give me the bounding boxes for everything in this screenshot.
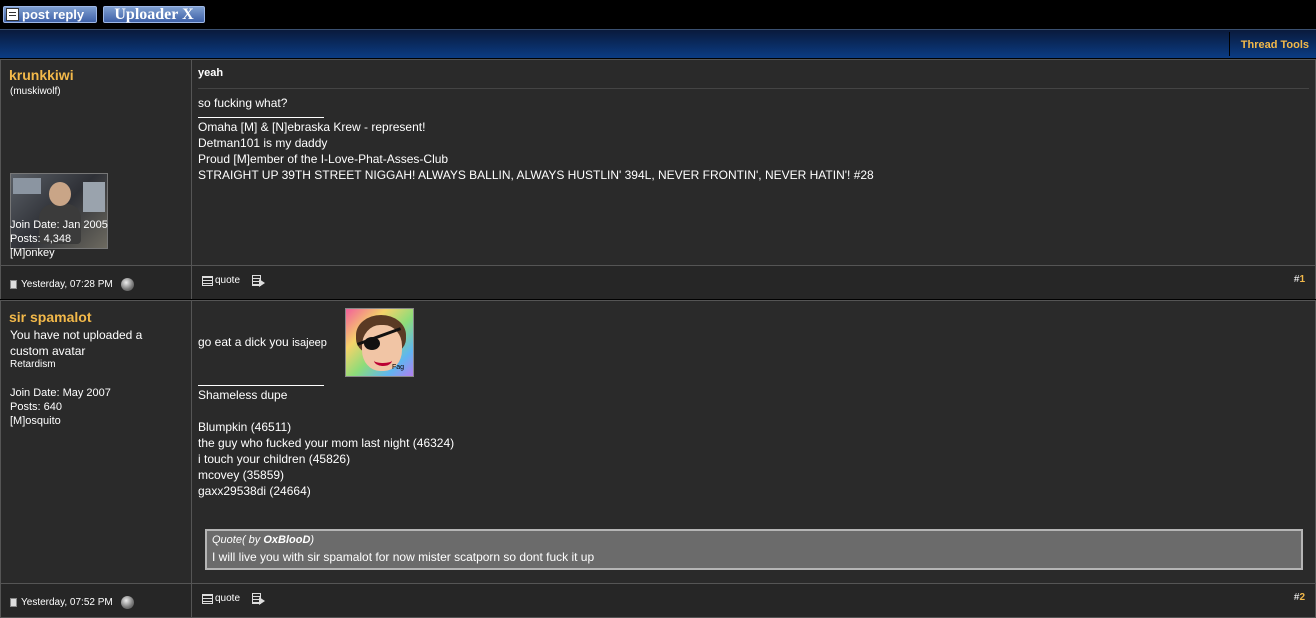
post-2-signature-line: Shameless dupe bbox=[198, 388, 288, 402]
post-1-user-group: [M]onkey bbox=[10, 247, 55, 259]
post-1-datetime-text: Yesterday, 07:28 PM bbox=[21, 279, 113, 290]
post-1-number-link[interactable]: #1 bbox=[1294, 274, 1305, 285]
post-2-user-title: Retardism bbox=[10, 359, 56, 370]
post-1-body: so fucking what? Omaha [M] & [N]ebraska … bbox=[198, 95, 874, 183]
post-1-join-date: Join Date: Jan 2005 bbox=[10, 219, 108, 231]
post-2-footer-right: quote #2 bbox=[192, 584, 1315, 617]
post-2-quote-label: quote bbox=[215, 593, 241, 604]
post-2-message-text: go eat a dick you bbox=[198, 335, 293, 349]
post-1-userinfo: krunkkiwi (muskiwolf) Join Date: Jan 200… bbox=[1, 60, 192, 266]
post-1-signature-divider bbox=[198, 117, 324, 118]
post-2-signature-line: mcovey (35859) bbox=[198, 468, 285, 482]
post-1-post-count: Posts: 4,348 bbox=[10, 233, 72, 245]
top-toolbar: post reply Uploader X bbox=[0, 0, 1316, 28]
quote-header-suffix: ) bbox=[310, 534, 315, 546]
multi-quote-icon[interactable] bbox=[252, 274, 265, 288]
post-2-message-image-name: isajeep bbox=[292, 337, 327, 349]
quote-icon bbox=[202, 593, 213, 604]
uploader-button[interactable]: Uploader X bbox=[103, 6, 205, 23]
post-1-quote-button[interactable]: quote bbox=[202, 275, 240, 286]
quote-text: I will live you with sir spamalot for no… bbox=[212, 550, 595, 564]
post-icon bbox=[10, 598, 17, 607]
quote-header: Quote( by OxBlooD) bbox=[212, 534, 314, 546]
post-1-message: so fucking what? bbox=[198, 96, 288, 110]
post-1-signature-line: Omaha [M] & [N]ebraska Krew - represent! bbox=[198, 120, 426, 134]
post-2-userinfo: sir spamalot You have not uploaded a cus… bbox=[1, 301, 192, 584]
post-2: sir spamalot You have not uploaded a cus… bbox=[0, 300, 1316, 618]
post-1-user-subtitle: (muskiwolf) bbox=[10, 86, 61, 97]
quote-header-prefix: Quote( by bbox=[212, 534, 264, 546]
thread-tools-menu[interactable]: Thread Tools bbox=[1241, 39, 1309, 51]
post-2-signature-line: Blumpkin (46511) bbox=[198, 420, 292, 434]
post-reply-icon bbox=[6, 8, 19, 21]
post-2-footer-left: Yesterday, 07:52 PM bbox=[1, 584, 192, 617]
post-1-quote-label: quote bbox=[215, 275, 241, 286]
post-2-signature-divider bbox=[198, 385, 324, 386]
post-2-inline-image[interactable]: Fag bbox=[345, 308, 414, 377]
post-2-signature-line: the guy who fucked your mom last night (… bbox=[198, 436, 455, 450]
post-reply-button[interactable]: post reply bbox=[3, 6, 97, 23]
post-2-signature-line: gaxx29538di (24664) bbox=[198, 484, 311, 498]
post-1-username[interactable]: krunkkiwi bbox=[9, 67, 74, 83]
post-1-signature-line: Detman101 is my daddy bbox=[198, 136, 328, 150]
post-1-title-divider bbox=[198, 88, 1309, 89]
quote-icon bbox=[202, 275, 213, 286]
post-1-footer-right: quote #1 bbox=[192, 266, 1315, 299]
post-1-title: yeah bbox=[198, 67, 224, 79]
online-status-icon bbox=[120, 596, 134, 609]
post-1-signature-line: STRAIGHT UP 39TH STREET NIGGAH! ALWAYS B… bbox=[198, 168, 874, 182]
post-1-datetime: Yesterday, 07:28 PM bbox=[10, 278, 134, 291]
post-1-signature-line: Proud [M]ember of the I-Love-Phat-Asses-… bbox=[198, 152, 449, 166]
post-2-avatar-placeholder: You have not uploaded a custom avatar bbox=[10, 328, 143, 358]
post-icon bbox=[10, 280, 17, 289]
quote-author: OxBlooD bbox=[263, 534, 311, 546]
post-1-number: 1 bbox=[1299, 274, 1305, 285]
post-2-signature-line: i touch your children (45826) bbox=[198, 452, 351, 466]
post-reply-label: post reply bbox=[22, 7, 85, 22]
post-2-number: 2 bbox=[1299, 592, 1305, 603]
post-2-quote-button[interactable]: quote bbox=[202, 593, 240, 604]
header-divider bbox=[1229, 32, 1230, 56]
post-2-datetime: Yesterday, 07:52 PM bbox=[10, 596, 134, 609]
quote-block: Quote( by OxBlooD) I will live you with … bbox=[205, 529, 1303, 570]
multi-quote-icon[interactable] bbox=[252, 592, 265, 606]
post-2-message: go eat a dick you isajeep bbox=[198, 334, 327, 351]
post-2-signature: Shameless dupe Blumpkin (46511) the guy … bbox=[198, 379, 454, 499]
post-2-footer: Yesterday, 07:52 PM quote #2 bbox=[1, 583, 1315, 617]
post-2-datetime-text: Yesterday, 07:52 PM bbox=[21, 597, 113, 608]
post-1-footer: Yesterday, 07:28 PM quote #1 bbox=[1, 265, 1315, 299]
post-2-username[interactable]: sir spamalot bbox=[9, 309, 91, 325]
post-1-content: yeah so fucking what? Omaha [M] & [N]ebr… bbox=[192, 60, 1315, 266]
thread-header-bar: Thread Tools bbox=[0, 29, 1316, 58]
post-2-signature-line bbox=[198, 403, 454, 419]
post-2-join-date: Join Date: May 2007 bbox=[10, 387, 111, 399]
post-1: krunkkiwi (muskiwolf) Join Date: Jan 200… bbox=[0, 59, 1316, 299]
online-status-icon bbox=[120, 278, 134, 291]
post-2-user-group: [M]osquito bbox=[10, 415, 61, 427]
inline-image-caption: Fag bbox=[392, 364, 405, 371]
post-2-number-link[interactable]: #2 bbox=[1294, 592, 1305, 603]
post-1-footer-left: Yesterday, 07:28 PM bbox=[1, 266, 192, 299]
post-2-post-count: Posts: 640 bbox=[10, 401, 62, 413]
